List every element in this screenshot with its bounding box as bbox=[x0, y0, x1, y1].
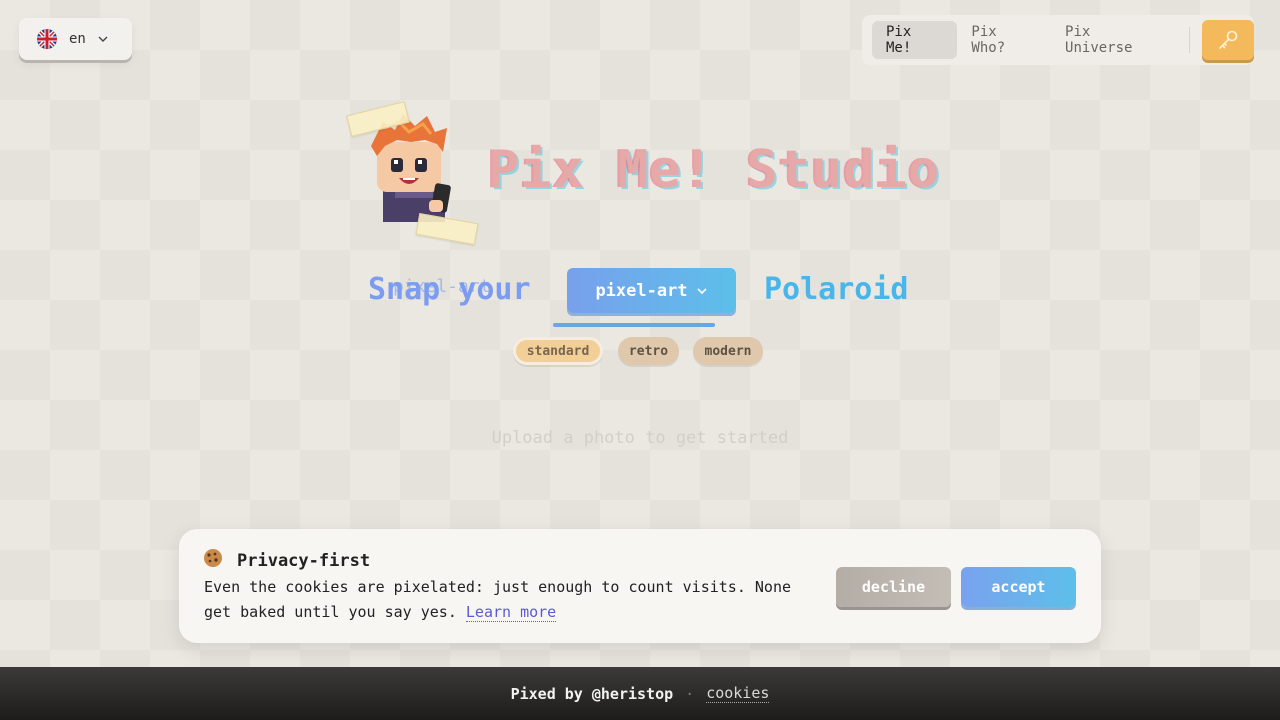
nav-item-pix-universe[interactable]: Pix Universe bbox=[1051, 21, 1177, 59]
footer: Pixed by @heristop · cookies bbox=[0, 667, 1280, 720]
upload-hint: Upload a photo to get started bbox=[491, 428, 789, 448]
cookie-banner-title: Privacy-first bbox=[237, 550, 371, 571]
variant-chip-modern[interactable]: modern bbox=[693, 337, 763, 365]
cookie-icon bbox=[203, 548, 223, 573]
language-selector[interactable]: en bbox=[19, 18, 132, 60]
style-select-underline bbox=[553, 323, 715, 327]
headline-right: Polaroid bbox=[764, 272, 909, 307]
language-code: en bbox=[69, 31, 86, 47]
decline-button[interactable]: decline bbox=[836, 567, 951, 607]
style-select-dropdown[interactable]: pixel-art bbox=[567, 268, 736, 313]
nav-item-pix-who[interactable]: Pix Who? bbox=[957, 21, 1051, 59]
top-navigation: Pix Me! Pix Who? Pix Universe bbox=[862, 15, 1254, 65]
key-icon bbox=[1219, 30, 1238, 49]
footer-credit[interactable]: Pixed by @heristop bbox=[511, 685, 674, 703]
footer-cookies-link[interactable]: cookies bbox=[706, 684, 770, 703]
learn-more-link[interactable]: Learn more bbox=[465, 603, 557, 622]
chevron-down-icon bbox=[696, 287, 707, 294]
cookie-banner-title-row: Privacy-first bbox=[203, 548, 370, 573]
api-key-button[interactable] bbox=[1202, 20, 1254, 60]
style-select-value: pixel-art bbox=[595, 280, 688, 301]
accept-button[interactable]: accept bbox=[961, 567, 1076, 607]
uk-flag-icon bbox=[37, 29, 57, 49]
headline-left: Snap your bbox=[368, 272, 531, 307]
variant-chip-standard[interactable]: standard bbox=[513, 337, 603, 365]
nav-divider bbox=[1189, 27, 1191, 53]
chevron-down-icon bbox=[98, 36, 108, 42]
cookie-banner-text: Even the cookies are pixelated: just eno… bbox=[204, 575, 824, 625]
page-title: Pix Me! Studio bbox=[488, 140, 941, 200]
variant-chip-retro[interactable]: retro bbox=[618, 337, 679, 365]
footer-separator: · bbox=[685, 684, 695, 703]
mascot-logo bbox=[345, 100, 480, 250]
cookie-banner: Privacy-first Even the cookies are pixel… bbox=[179, 529, 1101, 643]
nav-item-pix-me[interactable]: Pix Me! bbox=[872, 21, 958, 59]
